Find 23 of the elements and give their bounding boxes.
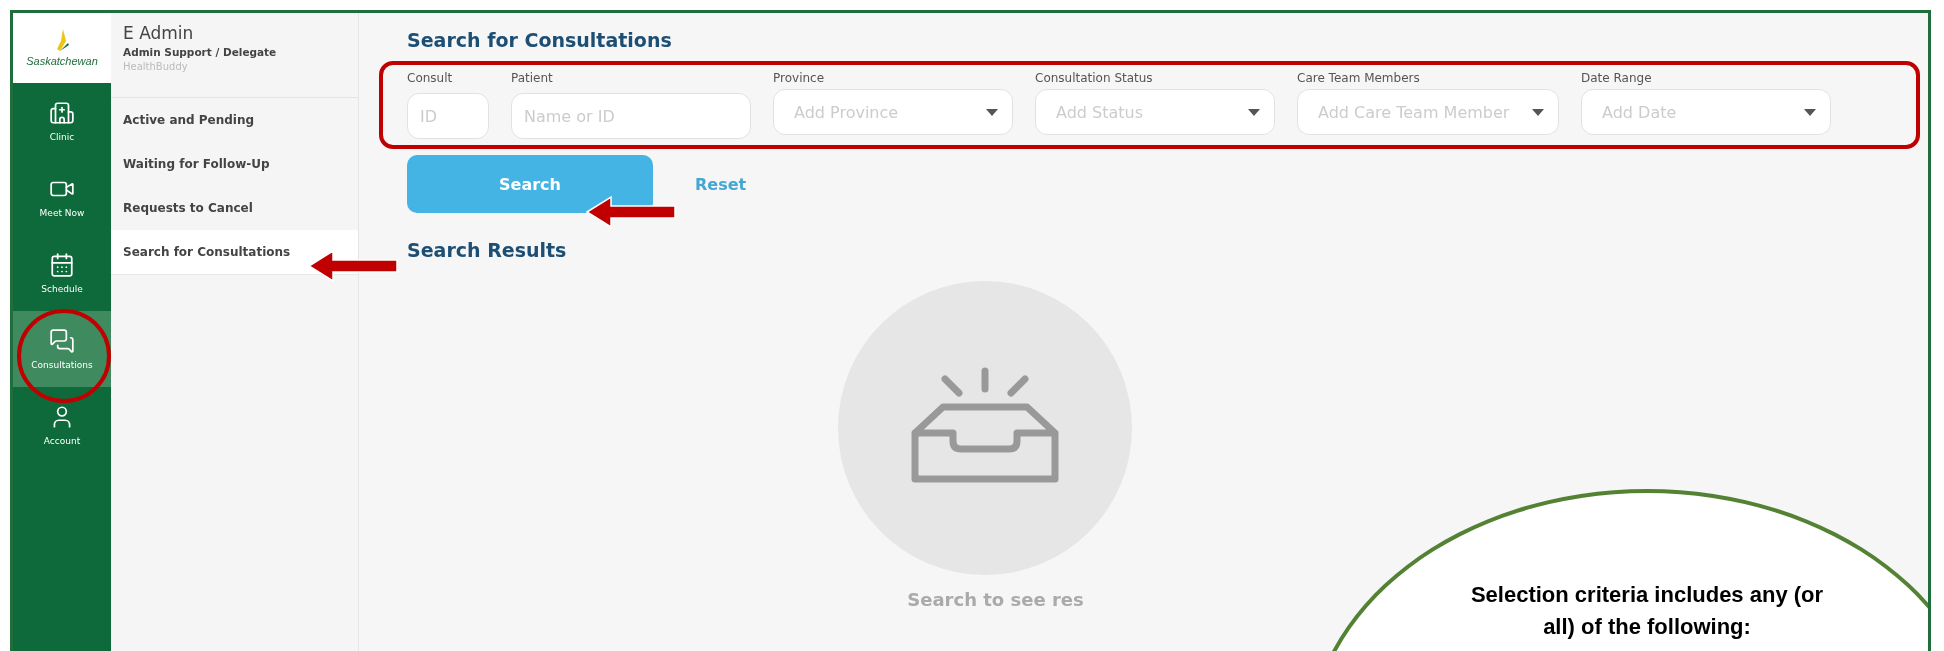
field-label: Care Team Members bbox=[1297, 71, 1421, 85]
user-name: E Admin bbox=[123, 23, 195, 43]
nav-item[interactable]: Consultations bbox=[13, 311, 111, 387]
nav-item[interactable]: Account bbox=[13, 387, 111, 463]
logo-text: Saskatchewan bbox=[26, 55, 98, 67]
sidebar-item[interactable]: Waiting for Follow-Up bbox=[111, 142, 358, 186]
section-title: Search Results bbox=[407, 239, 568, 261]
empty-state-text: Search to see res bbox=[907, 589, 1084, 610]
field-label: Consultation Status bbox=[1035, 71, 1154, 85]
field-label: Date Range bbox=[1581, 71, 1653, 85]
page-title: Search for Consultations bbox=[407, 29, 673, 51]
callout-text: Selection criteria includes any (or all) of the following: bbox=[1469, 581, 1825, 641]
field-label: Patient bbox=[511, 71, 554, 85]
nav-item[interactable]: Clinic bbox=[13, 83, 111, 159]
user-role: Admin Support / Delegate bbox=[123, 46, 278, 58]
nav-item[interactable]: Meet Now bbox=[13, 159, 111, 235]
sidebar-item[interactable]: Search for Consultations bbox=[111, 230, 358, 275]
sidebar-item[interactable]: Active and Pending bbox=[111, 98, 358, 142]
field-label: Consult bbox=[407, 71, 454, 85]
field-label: Province bbox=[773, 71, 826, 85]
app-name: HealthBuddy bbox=[123, 61, 189, 72]
nav-item[interactable]: Schedule bbox=[13, 235, 111, 311]
sidebar-item[interactable]: Requests to Cancel bbox=[111, 186, 358, 230]
